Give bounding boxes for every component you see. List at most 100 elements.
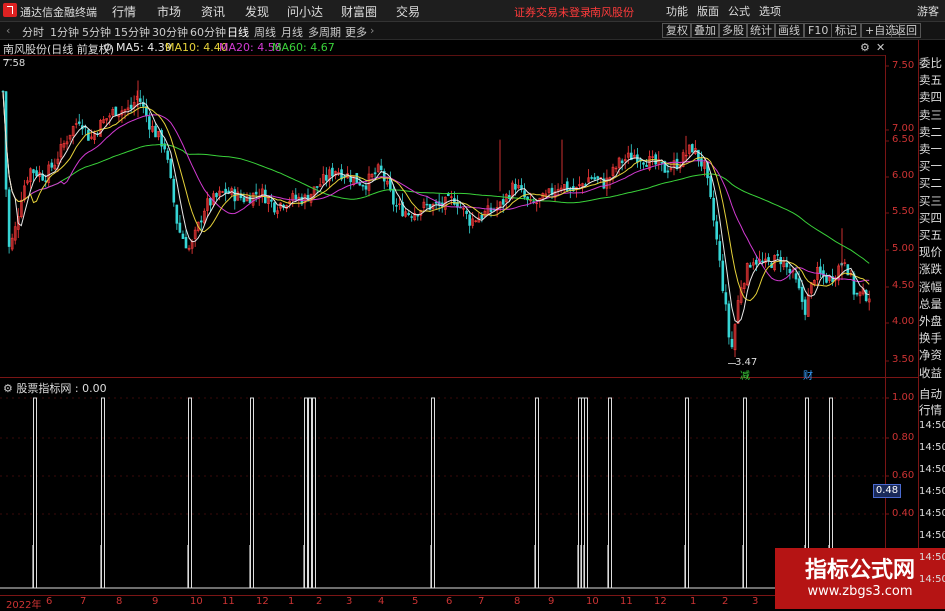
tick-time: 14:50: [919, 464, 945, 475]
watermark-url: www.zbgs3.com: [807, 584, 913, 599]
event-mark-reduce[interactable]: 减: [740, 367, 750, 382]
candle-body: [379, 165, 383, 171]
candle-body: [800, 286, 804, 302]
x-tick: 12: [256, 596, 269, 607]
quote-field: 卖三: [919, 107, 942, 122]
price-tick: 4.00: [892, 316, 915, 327]
price-tick: 7.50: [892, 60, 915, 71]
quote-field: 换手: [919, 331, 942, 346]
candle-body: [434, 201, 438, 204]
candle-body: [172, 178, 176, 203]
gear-icon[interactable]: ⚙: [3, 382, 13, 395]
candle-body: [666, 170, 670, 173]
candle-body: [785, 262, 789, 268]
candle-body: [794, 273, 798, 280]
x-tick: 3: [752, 596, 759, 607]
price-tick: 3.50: [892, 354, 915, 365]
tick-time: 14:50: [919, 552, 945, 563]
candle-body: [446, 193, 450, 196]
quote-field: 卖二: [919, 124, 942, 139]
candle-body: [797, 278, 801, 289]
quote-field: 买五: [919, 228, 942, 242]
auto-label[interactable]: 自动: [919, 386, 945, 402]
candle-body: [721, 260, 725, 292]
candle-body: [453, 198, 456, 205]
market-label[interactable]: 行情: [919, 402, 945, 418]
candle-body: [514, 183, 517, 190]
tick-time: 14:50: [919, 530, 945, 541]
candle-body: [32, 169, 35, 174]
indicator-spike: [312, 397, 316, 588]
indicator-spike: [188, 397, 192, 588]
candle-body: [175, 204, 179, 224]
candle-body: [480, 214, 484, 219]
indicator-spike: [431, 397, 435, 588]
x-tick: 4: [378, 596, 385, 607]
candle-body: [727, 303, 731, 338]
candle-body: [242, 197, 246, 203]
settings-icon[interactable]: ⚙: [860, 41, 870, 54]
candle-body: [7, 189, 11, 247]
ma5-value: MA5: 4.39: [116, 41, 172, 54]
candle-body: [294, 194, 298, 200]
candle-body: [596, 176, 600, 179]
x-tick: 8: [514, 596, 521, 607]
candle-body: [620, 160, 624, 164]
candle-body: [788, 268, 792, 273]
candle-body: [712, 197, 715, 221]
x-tick: 12: [654, 596, 667, 607]
tick-time: 14:50: [919, 420, 945, 431]
x-tick: 6: [446, 596, 453, 607]
indicator-spike: [33, 397, 37, 588]
x-tick: 2: [722, 596, 729, 607]
candle-body: [184, 237, 188, 249]
event-mark-finance[interactable]: 财: [803, 367, 813, 382]
candle-body: [254, 191, 258, 195]
indicator-tick: 1.00: [892, 392, 915, 403]
candle-body: [748, 264, 752, 268]
tick-time: 14:50: [919, 508, 945, 519]
candle-body: [364, 185, 368, 190]
x-tick: 7: [478, 596, 485, 607]
x-tick: 2: [316, 596, 323, 607]
candle-body: [248, 196, 252, 204]
candle-body: [209, 197, 212, 206]
x-tick: 7: [80, 596, 87, 607]
indicator-spike: [608, 397, 612, 588]
gear-icon[interactable]: ⚙: [103, 41, 113, 54]
indicator-spike: [250, 397, 254, 588]
quote-field: 卖四: [919, 90, 942, 105]
candle-body: [129, 104, 133, 109]
high-marker: 7.58: [3, 58, 26, 69]
candle-body: [700, 158, 703, 167]
x-tick: 11: [222, 596, 235, 607]
candle-body: [361, 184, 365, 187]
x-tick: 10: [190, 596, 203, 607]
candle-body: [392, 188, 395, 205]
candle-body: [776, 254, 780, 256]
candle-body: [852, 273, 856, 295]
candle-body: [468, 214, 471, 226]
candle-body: [730, 338, 734, 348]
x-tick: 5: [412, 596, 419, 607]
kline-chart[interactable]: [0, 0, 945, 609]
indicator-tick: 0.40: [892, 508, 915, 519]
price-tick: 6.50: [892, 134, 915, 145]
candle-body: [416, 214, 420, 217]
quote-field: 收益: [919, 365, 942, 380]
candle-body: [35, 170, 38, 177]
close-icon[interactable]: ✕: [876, 41, 885, 54]
quote-field: 涨跌: [919, 262, 942, 277]
ma20-line: [2, 91, 870, 283]
quote-field: 涨幅: [919, 279, 942, 294]
candle-body: [761, 260, 764, 263]
x-tick: 9: [152, 596, 159, 607]
quote-field: 卖五: [919, 73, 942, 88]
candle-body: [154, 125, 157, 138]
candle-body: [660, 162, 664, 164]
candle-body: [199, 220, 203, 223]
candle-body: [645, 164, 648, 167]
quote-field: 买三: [919, 193, 942, 208]
candle-body: [224, 188, 227, 194]
x-tick: 8: [116, 596, 123, 607]
